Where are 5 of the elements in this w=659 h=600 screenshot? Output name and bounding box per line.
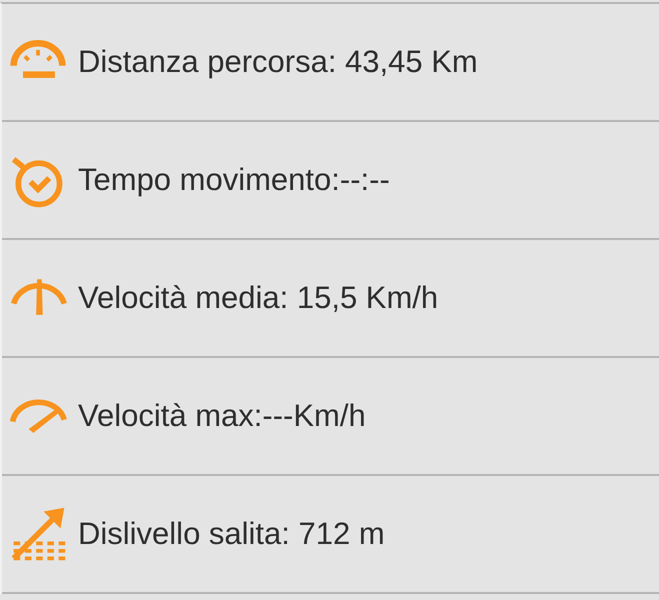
stat-label: Velocità max:---Km/h — [78, 398, 366, 434]
stat-label: Velocità media: 15,5 Km/h — [78, 280, 438, 316]
stat-label: Tempo movimento:--:-- — [78, 162, 390, 198]
stat-label: Dislivello salita: 712 m — [78, 516, 385, 552]
stat-label: Distanza percorsa: 43,45 Km — [78, 44, 478, 80]
